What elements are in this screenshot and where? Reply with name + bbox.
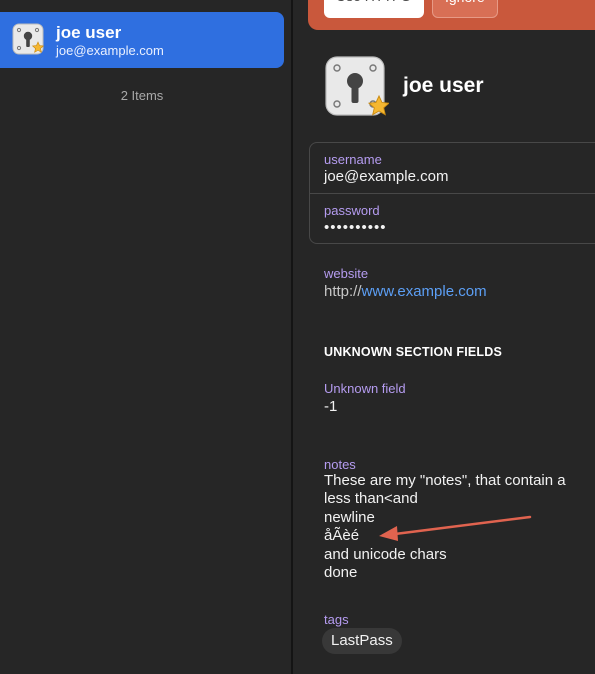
use-https-button[interactable]: Use HTTPS (324, 0, 424, 18)
ignore-button[interactable]: Ignore (432, 0, 498, 18)
annotation-arrow-icon (379, 515, 532, 541)
vault-lock-icon (12, 23, 45, 55)
list-item-joe-user[interactable]: joe user joe@example.com (0, 12, 284, 68)
item-count-label: 2 Items (120, 88, 164, 103)
item-detail-pane: Use HTTPS Ignore joe user username joe@e… (293, 0, 595, 674)
items-sidebar: joe user joe@example.com 2 Items (0, 0, 291, 674)
website-link[interactable]: www.example.com (362, 283, 487, 300)
unknown-field-label: Unknown field (324, 381, 406, 396)
tag-chip[interactable]: LastPass (322, 628, 402, 654)
notes-label: notes (324, 457, 356, 472)
username-value[interactable]: joe@example.com (324, 168, 448, 185)
website-value[interactable]: http://www.example.com (324, 283, 487, 300)
credentials-separator (310, 193, 595, 194)
notes-line: These are my "notes", that contain a (324, 472, 566, 489)
https-warning-banner: Use HTTPS Ignore (308, 0, 595, 30)
password-label: password (324, 203, 380, 218)
notes-line: and unicode chars (324, 545, 447, 563)
website-scheme: http:// (324, 283, 362, 300)
password-value[interactable]: •••••••••• (324, 219, 387, 236)
unknown-field-value[interactable]: -1 (324, 398, 337, 415)
notes-line: less than<and (324, 490, 418, 508)
section-header: UNKNOWN SECTION FIELDS (324, 345, 503, 359)
item-title: joe user (403, 74, 484, 97)
list-item-subtitle: joe@example.com (56, 43, 164, 58)
vault-lock-icon (325, 56, 389, 116)
list-item-title: joe user (56, 23, 122, 42)
notes-line: done (324, 564, 358, 582)
username-label: username (324, 152, 382, 167)
tags-label: tags (324, 612, 349, 627)
website-label: website (324, 266, 369, 281)
